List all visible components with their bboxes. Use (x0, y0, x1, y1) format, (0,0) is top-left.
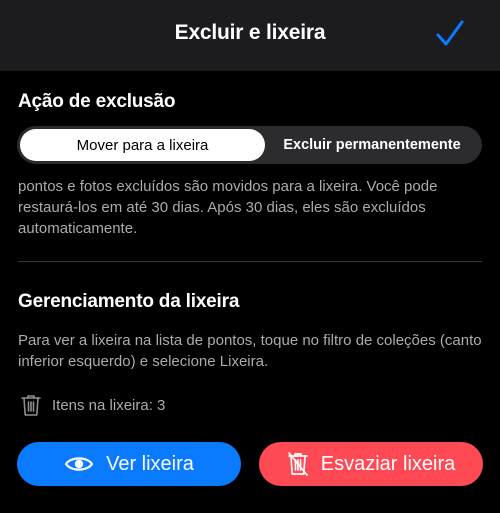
empty-trash-label: Esvaziar lixeira (320, 452, 456, 475)
navigation-bar: Excluir e lixeira (0, 0, 500, 71)
trash-icon (21, 395, 41, 416)
deletion-action-title: Ação de exclusão (18, 91, 176, 112)
view-trash-label: Ver lixeira (106, 452, 194, 475)
trash-items-label: Itens na lixeira: 3 (52, 396, 166, 414)
view-trash-button[interactable]: Ver lixeira (17, 442, 241, 486)
done-checkmark-icon[interactable] (434, 18, 466, 50)
segment-delete-permanently[interactable]: Excluir permanentemente (265, 129, 479, 161)
eye-icon (64, 457, 94, 471)
page-title: Excluir e lixeira (174, 21, 326, 44)
trash-items-count: Itens na lixeira: 3 (18, 392, 165, 418)
trash-management-description: Para ver a lixeira na lista de pontos, t… (18, 332, 482, 370)
segment-move-to-trash[interactable]: Mover para a lixeira (20, 129, 265, 161)
trash-management-title: Gerenciamento da lixeira (18, 291, 240, 312)
trash-slash-icon (287, 452, 308, 476)
deletion-action-segmented-control: Mover para a lixeira Excluir permanentem… (17, 126, 482, 164)
section-divider (18, 261, 482, 262)
deletion-action-description: pontos e fotos excluídos são movidos par… (18, 178, 438, 237)
empty-trash-button[interactable]: Esvaziar lixeira (259, 442, 483, 486)
